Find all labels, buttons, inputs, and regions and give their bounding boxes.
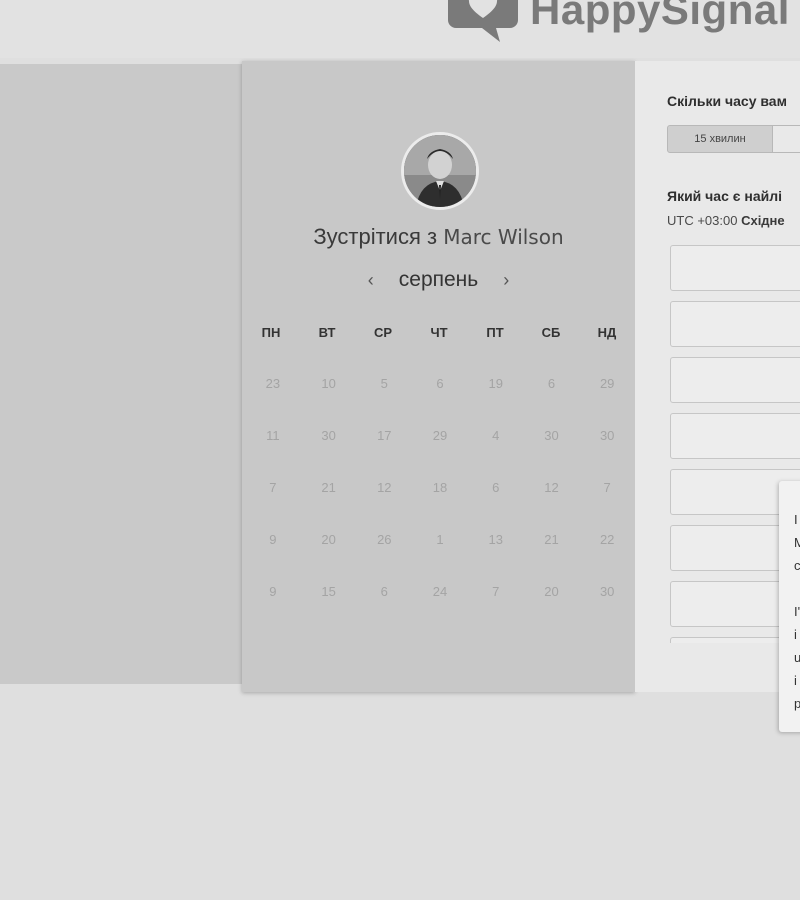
logo[interactable]: HappySignal (446, 0, 790, 44)
weekday-header: ПН ВТ СР ЧТ ПТ СБ НД (242, 325, 635, 340)
popup-text: M (794, 535, 800, 550)
time-slot[interactable] (670, 357, 800, 403)
calendar-day: 26 (377, 532, 392, 547)
brand-name: HappySignal (530, 0, 790, 33)
popup-text: i (794, 673, 797, 688)
calendar-day: 15 (321, 584, 336, 599)
calendar-day: 6 (380, 584, 388, 599)
weekday-label: СБ (541, 325, 561, 340)
calendar-day: 30 (321, 428, 336, 443)
header: HappySignal (0, 0, 800, 58)
time-question: Який час є найлі (667, 188, 783, 204)
calendar-grid: 23 10 5 6 19 6 29 11 30 17 29 4 30 30 7 … (242, 376, 635, 636)
calendar-day: 9 (269, 584, 277, 599)
month-navigation: ‹ серпень › (242, 268, 635, 292)
meeting-title-prefix: Зустрітися з (313, 224, 438, 249)
duration-option-15[interactable]: 15 хвилин (667, 125, 773, 153)
calendar-day: 23 (265, 376, 281, 391)
time-slot[interactable] (670, 301, 800, 347)
calendar-day: 13 (488, 532, 503, 547)
month-label: серпень (398, 268, 479, 291)
duration-options: 15 хвилин (667, 125, 800, 153)
popup-text: I' (794, 604, 800, 619)
calendar-day: 6 (436, 376, 444, 391)
calendar-week: 11 30 17 29 4 30 30 (242, 428, 635, 480)
calendar-day: 4 (492, 428, 500, 443)
calendar-week: 9 15 6 24 7 20 30 (242, 584, 635, 636)
booking-panel: Скільки часу вам 15 хвилин Який час є на… (635, 61, 800, 692)
calendar-week: 7 21 12 18 6 12 7 (242, 480, 635, 532)
calendar-day: 12 (377, 480, 392, 495)
popup-text: i (794, 627, 797, 642)
calendar-day: 1 (436, 532, 444, 547)
side-panel (0, 64, 242, 684)
calendar-day: 10 (321, 376, 336, 391)
calendar-day: 17 (377, 428, 392, 443)
chevron-left-icon[interactable]: ‹ (357, 270, 385, 291)
popup-text: p (794, 696, 800, 711)
calendar-day: 29 (599, 376, 615, 391)
calendar-day: 18 (432, 480, 448, 495)
calendar-day: 7 (492, 584, 500, 599)
calendar-day: 20 (321, 532, 336, 547)
calendar-day: 11 (266, 428, 280, 443)
calendar-day: 20 (544, 584, 559, 599)
speech-bubble-heart-icon (448, 0, 518, 42)
chevron-right-icon[interactable]: › (492, 270, 520, 291)
calendar-day: 30 (599, 428, 615, 443)
weekday-label: ВТ (318, 325, 336, 340)
page: HappySignal Зустрітися з Marc Wilson ‹ с… (0, 0, 800, 900)
weekday-label: СР (373, 325, 393, 340)
popup-text: I (794, 512, 798, 527)
calendar-card: Зустрітися з Marc Wilson ‹ серпень › ПН … (242, 61, 635, 692)
user-avatar-icon (404, 135, 476, 207)
chat-popup[interactable]: I M c I' i u i p (779, 481, 800, 732)
calendar-day: 9 (269, 532, 277, 547)
weekday-label: ПН (261, 325, 281, 340)
calendar-day: 21 (321, 480, 336, 495)
calendar-week: 23 10 5 6 19 6 29 (242, 376, 635, 428)
time-slot[interactable] (670, 245, 800, 291)
calendar-day: 6 (492, 480, 500, 495)
calendar-day: 19 (488, 376, 503, 391)
timezone-name: Східне (741, 213, 785, 228)
time-slot[interactable] (670, 413, 800, 459)
weekday-label: ЧТ (430, 325, 448, 340)
calendar-day: 22 (599, 532, 615, 547)
calendar-day: 29 (432, 428, 448, 443)
calendar-day: 7 (269, 480, 277, 495)
popup-text: c (794, 558, 800, 573)
meeting-title: Зустрітися з Marc Wilson (242, 224, 635, 250)
calendar-day: 24 (432, 584, 448, 599)
weekday-label: НД (597, 325, 617, 340)
calendar-week: 9 20 26 1 13 21 22 (242, 532, 635, 584)
calendar-day: 5 (380, 376, 388, 391)
host-name: Marc Wilson (443, 225, 564, 249)
calendar-day: 30 (544, 428, 559, 443)
avatar (401, 132, 479, 210)
calendar-day: 6 (547, 376, 556, 391)
duration-option-next[interactable] (773, 125, 800, 153)
popup-text: u (794, 650, 800, 665)
calendar-day: 7 (603, 480, 611, 495)
duration-question: Скільки часу вам (667, 93, 787, 109)
calendar-day: 30 (599, 584, 615, 599)
weekday-label: ПТ (486, 325, 504, 340)
calendar-day: 12 (544, 480, 559, 495)
calendar-day: 21 (544, 532, 559, 547)
timezone-label[interactable]: UTC +03:00 Східне (667, 213, 785, 228)
timezone-offset: UTC +03:00 (667, 213, 738, 228)
